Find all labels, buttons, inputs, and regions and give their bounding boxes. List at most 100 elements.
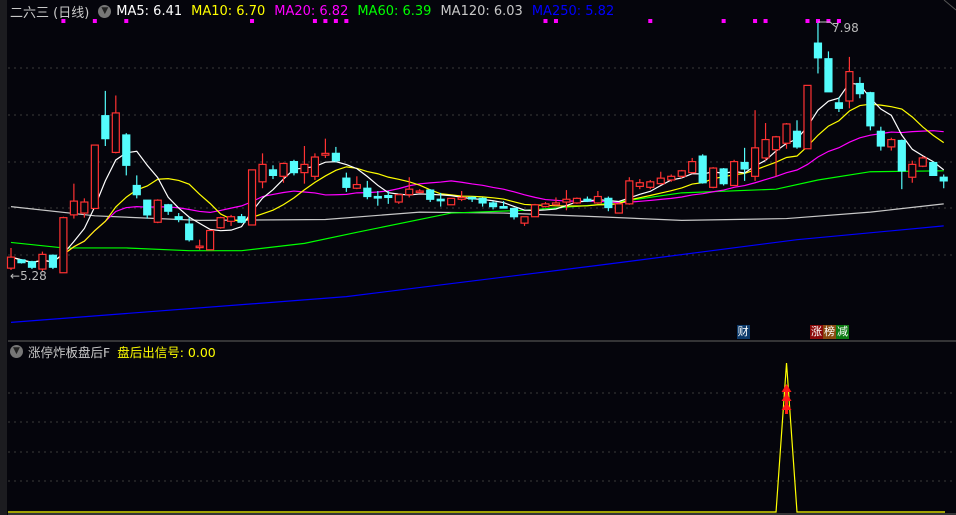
candle-down bbox=[373, 195, 382, 199]
candle-down bbox=[164, 204, 173, 212]
candle-down bbox=[939, 176, 948, 182]
candle-up bbox=[572, 197, 582, 204]
candle-up bbox=[310, 156, 320, 177]
candle-down bbox=[583, 198, 592, 202]
candle-up bbox=[520, 216, 529, 224]
candle-down bbox=[185, 223, 194, 241]
min-price-value: 5.28 bbox=[20, 269, 47, 283]
candle-down bbox=[698, 155, 707, 184]
candle-down bbox=[855, 82, 864, 95]
chevron-down-circle-icon[interactable]: ▼ bbox=[98, 4, 112, 18]
candle-up bbox=[352, 183, 361, 189]
candle-down bbox=[143, 199, 152, 216]
candle-down bbox=[792, 130, 802, 148]
candle-up bbox=[530, 204, 540, 218]
candle-down bbox=[101, 115, 110, 140]
candle-up bbox=[562, 198, 571, 203]
candle-up bbox=[69, 200, 78, 216]
candle-down bbox=[499, 206, 508, 209]
candle-up bbox=[206, 229, 215, 251]
candle-down bbox=[897, 139, 906, 172]
ranking-tag[interactable]: 榜 bbox=[823, 325, 836, 339]
indicator-name: 涨停炸板盘后F bbox=[28, 344, 111, 360]
signal-marker bbox=[763, 19, 768, 23]
kline-chart[interactable] bbox=[0, 0, 956, 515]
up-arrow-icon bbox=[781, 384, 792, 392]
candle-down bbox=[824, 58, 833, 93]
candle-down bbox=[509, 207, 519, 218]
ma10-label: MA10: 6.70 bbox=[191, 3, 266, 19]
indicator-header: ▼ 涨停炸板盘后F 盘后出信号: 0.00 bbox=[10, 343, 223, 360]
candle-up bbox=[279, 162, 288, 177]
signal-marker bbox=[753, 19, 758, 23]
candle-down bbox=[174, 216, 183, 221]
finance-event-tag[interactable]: 财 bbox=[736, 325, 750, 339]
candle-down bbox=[436, 198, 445, 202]
candle-down bbox=[132, 184, 141, 196]
candle-down bbox=[834, 102, 844, 109]
reduce-holding-tag[interactable]: 减 bbox=[836, 325, 849, 339]
candle-up bbox=[761, 138, 770, 159]
chevron-down-circle-icon[interactable]: ▼ bbox=[10, 344, 23, 358]
signal-marker bbox=[805, 19, 810, 23]
candle-up bbox=[667, 175, 676, 181]
signal-value: 盘后出信号: 0.00 bbox=[117, 344, 216, 360]
candle-up bbox=[593, 195, 602, 204]
candle-up bbox=[782, 123, 791, 144]
candle-down bbox=[813, 42, 823, 59]
candle-up bbox=[750, 147, 760, 177]
candle-down bbox=[604, 197, 613, 209]
candle-down bbox=[289, 161, 299, 174]
candle-up bbox=[415, 190, 424, 194]
ma120-label: MA120: 6.03 bbox=[440, 3, 523, 19]
limit-up-tag[interactable]: 涨 bbox=[810, 325, 823, 339]
candle-up bbox=[887, 138, 896, 148]
arrow-shaft bbox=[785, 392, 789, 414]
candle-down bbox=[719, 168, 728, 185]
candle-up bbox=[300, 163, 309, 174]
signal-marker bbox=[721, 19, 726, 23]
ma20-label: MA20: 6.82 bbox=[274, 3, 349, 19]
candle-down bbox=[331, 152, 340, 162]
candle-up bbox=[551, 202, 561, 206]
candle-up bbox=[918, 157, 927, 167]
candle-down bbox=[122, 134, 131, 166]
ma5-label: MA5: 6.41 bbox=[116, 3, 183, 19]
candle-down bbox=[17, 259, 26, 264]
signal-line bbox=[8, 362, 945, 513]
candle-up bbox=[771, 136, 781, 151]
candle-up bbox=[216, 217, 225, 229]
candle-up bbox=[80, 201, 89, 214]
stock-title: 二六三 (日线) bbox=[10, 5, 90, 21]
candle-up bbox=[730, 161, 739, 187]
candle-up bbox=[709, 167, 718, 188]
candle-up bbox=[447, 197, 456, 206]
candle-up bbox=[90, 144, 99, 210]
candle-down bbox=[468, 196, 477, 200]
candle-down bbox=[48, 254, 58, 268]
candle-up bbox=[59, 217, 68, 274]
corner-resize-handle bbox=[943, 0, 956, 11]
chart-header: 二六三 (日线) ▼ MA5: 6.41 MA10: 6.70 MA20: 6.… bbox=[10, 2, 623, 21]
candle-up bbox=[394, 194, 403, 203]
candle-up bbox=[321, 152, 330, 156]
candle-down bbox=[876, 130, 885, 147]
candle-up bbox=[688, 161, 697, 174]
candle-up bbox=[247, 169, 257, 226]
candle-up bbox=[614, 203, 623, 214]
candle-down bbox=[268, 169, 278, 176]
candle-down bbox=[866, 92, 875, 127]
candle-down bbox=[929, 161, 938, 176]
candle-up bbox=[541, 203, 550, 208]
candle-up bbox=[908, 163, 917, 178]
candle-down bbox=[384, 194, 393, 199]
candle-up bbox=[258, 163, 267, 183]
candle-up bbox=[6, 256, 16, 269]
candle-up bbox=[111, 112, 120, 154]
ma60-label: MA60: 6.39 bbox=[357, 3, 432, 19]
max-price-label: 7.98 bbox=[832, 21, 859, 35]
candle-up bbox=[656, 177, 665, 185]
candle-down bbox=[488, 202, 498, 208]
signal-marker bbox=[648, 19, 653, 23]
candle-down bbox=[363, 187, 372, 198]
